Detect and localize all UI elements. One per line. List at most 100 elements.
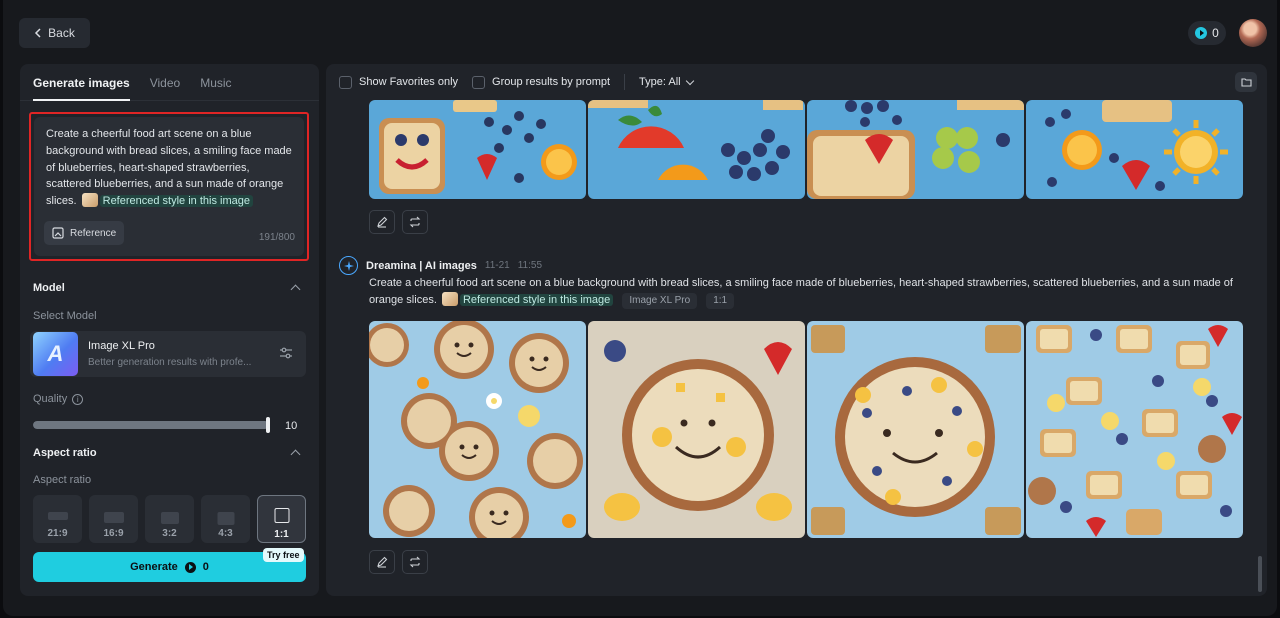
chevron-up-icon[interactable] xyxy=(290,449,301,460)
ratio-label: 21:9 xyxy=(47,528,68,539)
back-label: Back xyxy=(48,26,75,40)
regenerate-button[interactable] xyxy=(402,210,428,234)
result-image[interactable] xyxy=(369,100,586,199)
character-count: 191/800 xyxy=(258,232,295,243)
prompt-input[interactable]: Create a cheerful food art scene on a bl… xyxy=(34,117,304,256)
credit-coin-icon xyxy=(184,561,196,573)
generation-prompt: Create a cheerful food art scene on a bl… xyxy=(369,275,1249,309)
quality-label: Quality i xyxy=(33,393,84,405)
user-avatar[interactable] xyxy=(1239,19,1267,47)
prompt-text[interactable]: Create a cheerful food art scene on a bl… xyxy=(46,126,292,210)
results-panel: Show Favorites only Group results by pro… xyxy=(326,64,1267,596)
tab-video[interactable]: Video xyxy=(150,64,180,100)
result-image-art xyxy=(1026,321,1243,538)
checkbox[interactable] xyxy=(472,75,486,89)
result-image-art xyxy=(369,321,586,538)
checkbox[interactable] xyxy=(339,75,352,89)
model-logo: A xyxy=(33,332,78,376)
result-image-art xyxy=(807,100,1024,199)
ratio-16-9[interactable]: 16:9 xyxy=(89,495,138,543)
app-window: Back 0 Generate images Video Music Creat… xyxy=(3,0,1277,616)
credits-balance[interactable]: 0 xyxy=(1188,21,1226,45)
tab-music[interactable]: Music xyxy=(200,64,231,100)
type-dropdown[interactable]: Type: All xyxy=(639,76,694,88)
generation-time: 11:55 xyxy=(517,260,543,271)
group-filter[interactable]: Group results by prompt xyxy=(472,75,611,89)
result-image[interactable] xyxy=(369,321,586,538)
reference-button[interactable]: Reference xyxy=(44,221,125,245)
quality-slider-fill xyxy=(33,421,269,429)
result-image[interactable] xyxy=(1026,321,1243,538)
generation-date: 11-21 xyxy=(484,260,510,271)
result-image[interactable] xyxy=(588,321,805,538)
ratio-chip: 1:1 xyxy=(706,293,735,309)
ratio-1-1[interactable]: 1:1 xyxy=(257,495,306,543)
previous-results-row xyxy=(369,100,1243,199)
info-icon[interactable]: i xyxy=(72,393,84,405)
reference-style-tag[interactable]: Referenced style in this image xyxy=(99,195,253,208)
reference-style-tag[interactable]: Referenced style in this image xyxy=(459,294,614,306)
quality-slider-handle[interactable] xyxy=(266,417,270,433)
result-image-art xyxy=(369,100,586,199)
regenerate-button[interactable] xyxy=(402,550,428,574)
mode-tabs: Generate images Video Music xyxy=(20,64,319,101)
credit-coin-icon xyxy=(1195,27,1208,39)
ratio-21-9[interactable]: 21:9 xyxy=(33,495,82,543)
edit-button[interactable] xyxy=(369,210,395,234)
quality-value: 10 xyxy=(285,420,298,432)
folder-button[interactable] xyxy=(1235,72,1257,92)
edit-button[interactable] xyxy=(369,550,395,574)
prompt-highlight-box: Create a cheerful food art scene on a bl… xyxy=(29,112,309,261)
generation-author: Dreamina | AI images xyxy=(366,259,477,272)
repeat-icon xyxy=(409,556,421,568)
model-chip: Image XL Pro xyxy=(622,293,698,309)
reference-thumbnail xyxy=(441,292,458,306)
result-image[interactable] xyxy=(1026,100,1243,199)
group-filter-label: Group results by prompt xyxy=(492,76,611,88)
ratio-3-2[interactable]: 3:2 xyxy=(145,495,194,543)
sliders-settings-icon[interactable] xyxy=(279,346,293,360)
result-image[interactable] xyxy=(588,100,805,199)
model-selector[interactable]: A Image XL Pro Better generation results… xyxy=(30,331,306,377)
result-image-art xyxy=(807,321,1024,538)
model-name: Image XL Pro xyxy=(88,340,155,352)
favorites-filter[interactable]: Show Favorites only xyxy=(339,75,459,89)
chevron-up-icon[interactable] xyxy=(290,284,301,295)
ratio-label: 4:3 xyxy=(218,528,233,539)
tab-generate-images[interactable]: Generate images xyxy=(33,64,130,101)
select-model-label: Select Model xyxy=(33,310,97,322)
ratio-label: 1:1 xyxy=(274,529,289,540)
type-dropdown-label: Type: All xyxy=(639,76,681,88)
favorites-filter-label: Show Favorites only xyxy=(359,76,459,88)
divider xyxy=(624,74,626,90)
results-scrollbar[interactable] xyxy=(1258,556,1262,592)
generation-panel: Generate images Video Music Create a che… xyxy=(20,64,319,596)
result-image-art xyxy=(588,321,805,538)
credits-count: 0 xyxy=(1212,26,1219,40)
generation-header: Dreamina | AI images 11-21 11:55 xyxy=(339,256,542,275)
aspect-ratio-label: Aspect ratio xyxy=(33,474,92,486)
result-image-art xyxy=(1026,100,1243,199)
result-image[interactable] xyxy=(807,100,1024,199)
image-add-icon xyxy=(52,227,64,239)
aspect-section-title: Aspect ratio xyxy=(33,447,97,459)
back-button[interactable]: Back xyxy=(19,18,90,48)
aspect-ratio-options: 21:9 16:9 3:2 4:3 1:1 xyxy=(33,495,306,543)
folder-icon xyxy=(1240,78,1252,87)
quality-slider[interactable] xyxy=(33,421,269,429)
chevron-down-icon xyxy=(685,76,694,85)
pencil-icon xyxy=(377,556,388,568)
filter-bar: Show Favorites only Group results by pro… xyxy=(326,64,1267,100)
result-image[interactable] xyxy=(807,321,1024,538)
result-image-art xyxy=(588,100,805,199)
pencil-icon xyxy=(377,216,388,228)
ratio-4-3[interactable]: 4:3 xyxy=(201,495,250,543)
quality-label-text: Quality xyxy=(33,393,68,405)
ratio-label: 16:9 xyxy=(103,528,124,539)
model-section-title: Model xyxy=(33,282,65,294)
chevron-left-icon xyxy=(35,28,41,38)
reference-thumbnail xyxy=(81,193,98,208)
model-description: Better generation results with profe... xyxy=(88,357,252,368)
try-free-badge: Try free xyxy=(263,548,304,562)
generate-label: Generate xyxy=(130,561,178,573)
